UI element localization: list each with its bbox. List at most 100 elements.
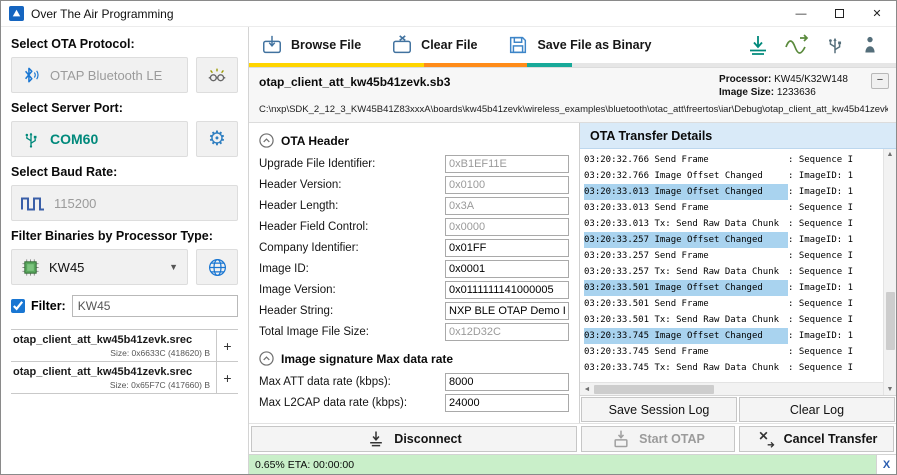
add-file-button[interactable]: +: [216, 362, 238, 393]
log-row[interactable]: 03:20:33.745 Send Frame : Sequence I: [584, 344, 883, 360]
log-detail: : ImageID: 1: [788, 232, 853, 248]
app-window: Over The Air Programming — ✕ Select OTA …: [0, 0, 897, 475]
log-message: 03:20:32.766 Send Frame: [584, 152, 788, 168]
clear-file-button[interactable]: Clear File: [391, 34, 477, 56]
close-button[interactable]: ✕: [858, 1, 896, 26]
log-row[interactable]: 03:20:33.745 Tx: Send Raw Data Chunk : S…: [584, 360, 883, 376]
filter-label: Filter:: [31, 299, 66, 313]
cancel-transfer-button[interactable]: Cancel Transfer: [739, 426, 894, 452]
field-input[interactable]: [445, 281, 569, 299]
clear-log-button[interactable]: Clear Log: [739, 397, 895, 422]
log-row[interactable]: 03:20:33.257 Tx: Send Raw Data Chunk : S…: [584, 264, 883, 280]
start-otap-button[interactable]: Start OTAP: [581, 426, 735, 452]
log-row[interactable]: 03:20:33.257 Send Frame : Sequence I: [584, 248, 883, 264]
vertical-scroll-thumb[interactable]: [886, 292, 895, 350]
log-row[interactable]: 03:20:33.013 Send Frame : Sequence I: [584, 200, 883, 216]
binary-file-list: otap_client_att_kw45b41zevk.srec Size: 0…: [11, 329, 238, 394]
field-input[interactable]: [445, 260, 569, 278]
log-message: 03:20:33.745 Tx: Send Raw Data Chunk: [584, 360, 788, 376]
port-label: Select Server Port:: [11, 101, 238, 115]
window-title: Over The Air Programming: [31, 7, 174, 21]
port-settings-button[interactable]: ⚙: [196, 121, 238, 157]
field-label: Header Field Control:: [259, 221, 368, 233]
field-input[interactable]: [445, 239, 569, 257]
file-name: otap_client_att_kw45b41zevk.srec: [13, 366, 212, 378]
transfer-log[interactable]: 03:20:32.766 Send Frame : Sequence I 03:…: [580, 149, 883, 382]
log-row[interactable]: 03:20:33.013 Tx: Send Raw Data Chunk : S…: [584, 216, 883, 232]
field-row: Max L2CAP data rate (kbps):: [259, 394, 569, 412]
field-row: Max ATT data rate (kbps):: [259, 373, 569, 391]
log-row[interactable]: 03:20:33.745 Image Offset Changed : Imag…: [584, 328, 883, 344]
processor-dropdown[interactable]: KW45 ▼: [11, 249, 188, 285]
filter-input[interactable]: [72, 295, 238, 317]
log-row[interactable]: 03:20:32.766 Send Frame : Sequence I: [584, 152, 883, 168]
progress-status: 0.65% ETA: 00:00:00: [249, 455, 876, 474]
log-detail: : Sequence I: [788, 216, 853, 232]
bottom-actions: Disconnect Start OTAP: [249, 423, 896, 454]
field-row: Company Identifier:: [259, 239, 569, 257]
usb-device-icon[interactable]: [824, 34, 846, 56]
minimize-button[interactable]: —: [782, 1, 820, 26]
field-input[interactable]: [445, 197, 569, 215]
field-label: Image ID:: [259, 263, 309, 275]
chevron-down-icon: ▼: [169, 262, 178, 272]
log-row[interactable]: 03:20:33.501 Image Offset Changed : Imag…: [584, 280, 883, 296]
clear-file-label: Clear File: [421, 38, 477, 52]
log-message: 03:20:33.013 Image Offset Changed: [584, 184, 788, 200]
browse-file-button[interactable]: Browse File: [261, 34, 361, 56]
data-rate-icon[interactable]: [784, 33, 810, 57]
log-row[interactable]: 03:20:32.766 Image Offset Changed : Imag…: [584, 168, 883, 184]
flash-program-icon[interactable]: [746, 33, 770, 57]
signature-section-toggle[interactable]: Image signature Max data rate: [259, 351, 569, 366]
log-detail: : ImageID: 1: [788, 280, 853, 296]
log-vertical-scrollbar[interactable]: ▲ ▼: [883, 149, 896, 395]
baud-button[interactable]: 115200: [11, 185, 238, 221]
save-session-log-button[interactable]: Save Session Log: [581, 397, 737, 422]
field-input[interactable]: [445, 323, 569, 341]
horizontal-scroll-thumb[interactable]: [594, 385, 714, 394]
field-input[interactable]: [445, 373, 569, 391]
log-detail: : ImageID: 1: [788, 168, 853, 184]
file-meta: otap_client_att_kw45b41zevk.srec Size: 0…: [11, 362, 216, 393]
scroll-up-icon[interactable]: ▲: [884, 151, 896, 158]
log-row[interactable]: 03:20:33.501 Tx: Send Raw Data Chunk : S…: [584, 312, 883, 328]
scroll-down-icon[interactable]: ▼: [884, 386, 896, 393]
add-file-button[interactable]: +: [216, 330, 238, 361]
browse-file-label: Browse File: [291, 38, 361, 52]
globe-button[interactable]: [196, 249, 238, 285]
status-close-button[interactable]: X: [876, 455, 896, 474]
protocol-button[interactable]: OTAP Bluetooth LE: [11, 57, 188, 93]
log-row[interactable]: 03:20:33.257 Image Offset Changed : Imag…: [584, 232, 883, 248]
collapse-chevron-icon: [259, 351, 274, 366]
field-input[interactable]: [445, 218, 569, 236]
log-row[interactable]: 03:20:33.501 Send Frame : Sequence I: [584, 296, 883, 312]
field-input[interactable]: [445, 302, 569, 320]
binary-file-item[interactable]: otap_client_att_kw45b41zevk.srec Size: 0…: [11, 362, 238, 394]
log-row[interactable]: 03:20:33.013 Image Offset Changed : Imag…: [584, 184, 883, 200]
image-size-label: Image Size:: [719, 87, 774, 98]
field-label: Header Length:: [259, 200, 338, 212]
log-detail: : Sequence I: [788, 200, 853, 216]
ota-header-fields: Upgrade File Identifier: Header Version:…: [259, 155, 569, 341]
disconnect-button[interactable]: Disconnect: [251, 426, 577, 452]
save-binary-button[interactable]: Save File as Binary: [507, 34, 651, 56]
info-person-icon[interactable]: [860, 34, 880, 56]
file-meta-block: Processor: KW45/K32W148 Image Size: 1233…: [719, 73, 848, 99]
ota-header-section-toggle[interactable]: OTA Header: [259, 133, 569, 148]
app-icon: [9, 6, 24, 21]
log-message: 03:20:33.745 Send Frame: [584, 344, 788, 360]
title-bar[interactable]: Over The Air Programming — ✕: [1, 1, 896, 27]
start-otap-icon: [611, 429, 631, 449]
field-input[interactable]: [445, 176, 569, 194]
log-horizontal-scrollbar[interactable]: ◄: [580, 382, 883, 395]
maximize-button[interactable]: [820, 1, 858, 26]
field-input[interactable]: [445, 155, 569, 173]
filter-checkbox[interactable]: [11, 299, 25, 313]
tips-button[interactable]: [196, 57, 238, 93]
tips-icon: [206, 64, 228, 86]
binary-file-item[interactable]: otap_client_att_kw45b41zevk.srec Size: 0…: [11, 329, 238, 362]
scroll-left-icon[interactable]: ◄: [580, 386, 594, 393]
field-input[interactable]: [445, 394, 569, 412]
port-button[interactable]: COM60: [11, 121, 188, 157]
collapse-file-info-button[interactable]: −: [871, 73, 889, 89]
